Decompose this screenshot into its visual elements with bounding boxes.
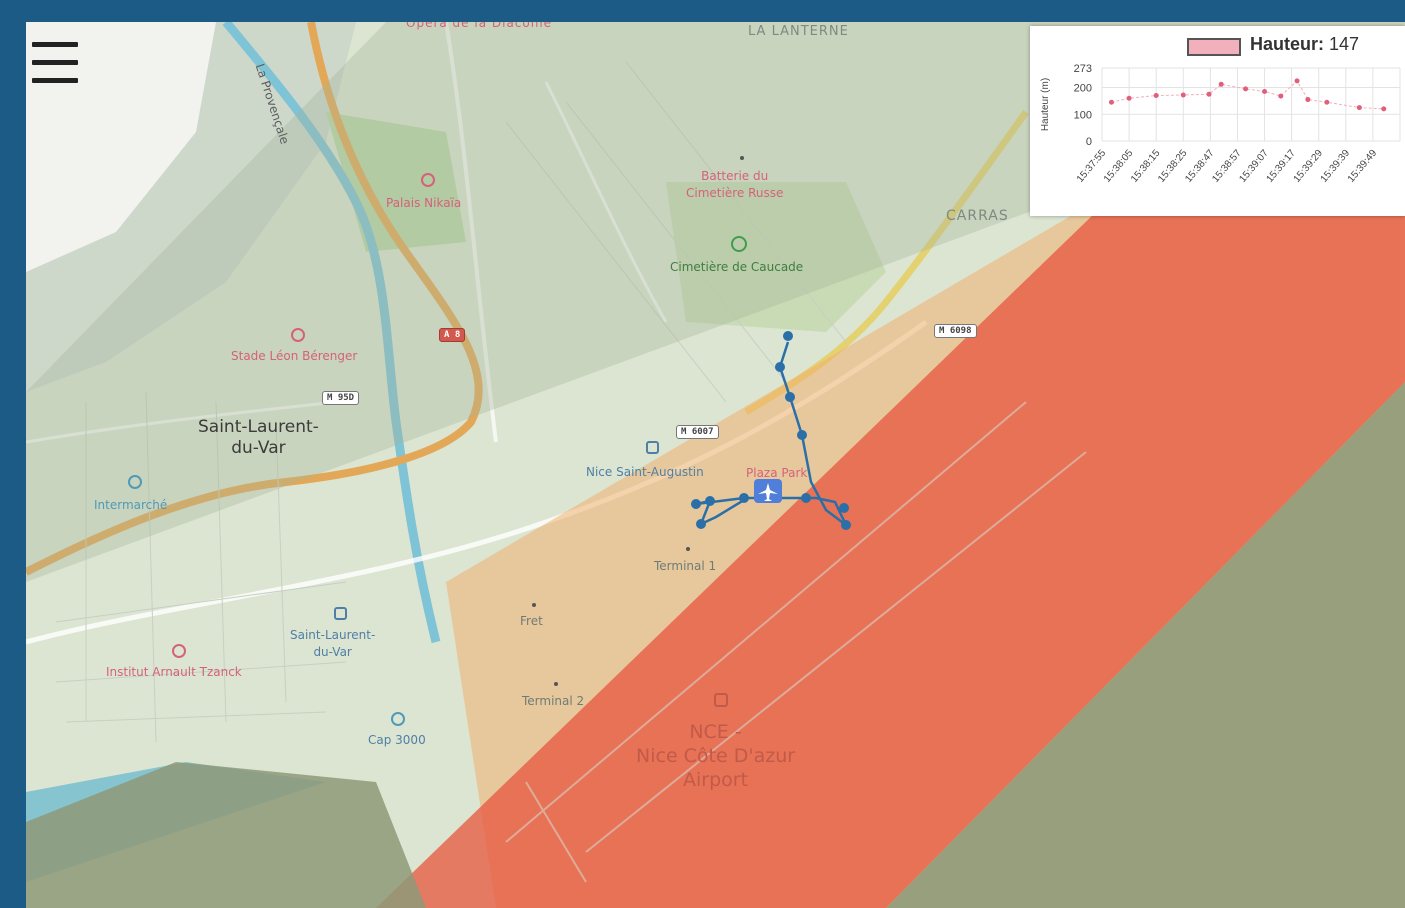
poi-institut[interactable]: Institut Arnault Tzanck	[106, 665, 242, 679]
app-frame: Opéra de la Diaconie LA LANTERNE CARRAS …	[0, 0, 1405, 908]
shield-m6007: M 6007	[676, 425, 719, 439]
y-tick-label: 0	[1086, 136, 1092, 148]
data-point	[1262, 89, 1268, 95]
poi-cap3000[interactable]: Cap 3000	[368, 732, 426, 749]
poi-terminal2[interactable]: Terminal 2	[522, 694, 584, 708]
height-chart-panel: Hauteur: 147 273 200 100 0 Hauteur (m) 15:37:…	[1030, 26, 1405, 216]
data-point	[1126, 95, 1132, 101]
data-point	[1218, 81, 1224, 87]
street-opera: Opéra de la Diaconie	[406, 22, 553, 30]
shield-m6098: M 6098	[934, 324, 977, 338]
data-point	[1294, 78, 1300, 84]
data-point	[1381, 106, 1387, 112]
poi-fret[interactable]: Fret	[520, 614, 543, 628]
data-point	[1180, 92, 1186, 98]
series-line	[1111, 80, 1384, 110]
shield-m95d: M 95D	[322, 391, 360, 405]
data-point	[1305, 97, 1311, 103]
shield-a8: A 8	[439, 328, 466, 342]
data-point	[1324, 99, 1330, 105]
y-axis-label: Hauteur (m)	[1040, 78, 1051, 131]
poi-terminal1[interactable]: Terminal 1	[654, 559, 716, 573]
y-tick-label: 100	[1074, 109, 1092, 121]
data-point	[1108, 99, 1114, 105]
x-tick-label: 15:39:49	[1346, 148, 1380, 185]
poi-stade-leon[interactable]: Stade Léon Bérenger	[231, 349, 357, 363]
poi-saint-laurent-station[interactable]: Saint-Laurent- du-Var	[290, 627, 375, 661]
height-chart: 2732001000Hauteur (m)15:37:5515:38:0515:…	[1040, 63, 1401, 185]
y-tick-label: 200	[1074, 83, 1092, 95]
street-carras: CARRAS	[946, 208, 1009, 224]
poi-cimetiere[interactable]: Cimetière de Caucade	[670, 260, 803, 274]
airplane-icon[interactable]	[754, 479, 782, 503]
hamburger-icon[interactable]	[32, 40, 78, 86]
y-tick-label: 273	[1074, 63, 1092, 75]
data-point	[1278, 93, 1284, 99]
data-point	[1206, 91, 1212, 97]
poi-airport[interactable]: NCE - Nice Côte D'azur Airport	[636, 720, 795, 792]
data-point	[1243, 86, 1249, 92]
data-point	[1153, 93, 1159, 99]
poi-plaza[interactable]: Plaza Park	[746, 466, 807, 480]
poi-nice-saint-augustin[interactable]: Nice Saint-Augustin	[586, 464, 704, 481]
poi-intermarche[interactable]: Intermarché	[94, 498, 167, 512]
street-lanterne: LA LANTERNE	[748, 24, 849, 39]
place-saint-laurent: Saint-Laurent- du-Var	[198, 417, 319, 458]
data-point	[1356, 105, 1362, 111]
poi-batterie[interactable]: Batterie du Cimetière Russe	[686, 168, 783, 202]
poi-palais-nikaia[interactable]: Palais Nikaïa	[386, 196, 461, 210]
